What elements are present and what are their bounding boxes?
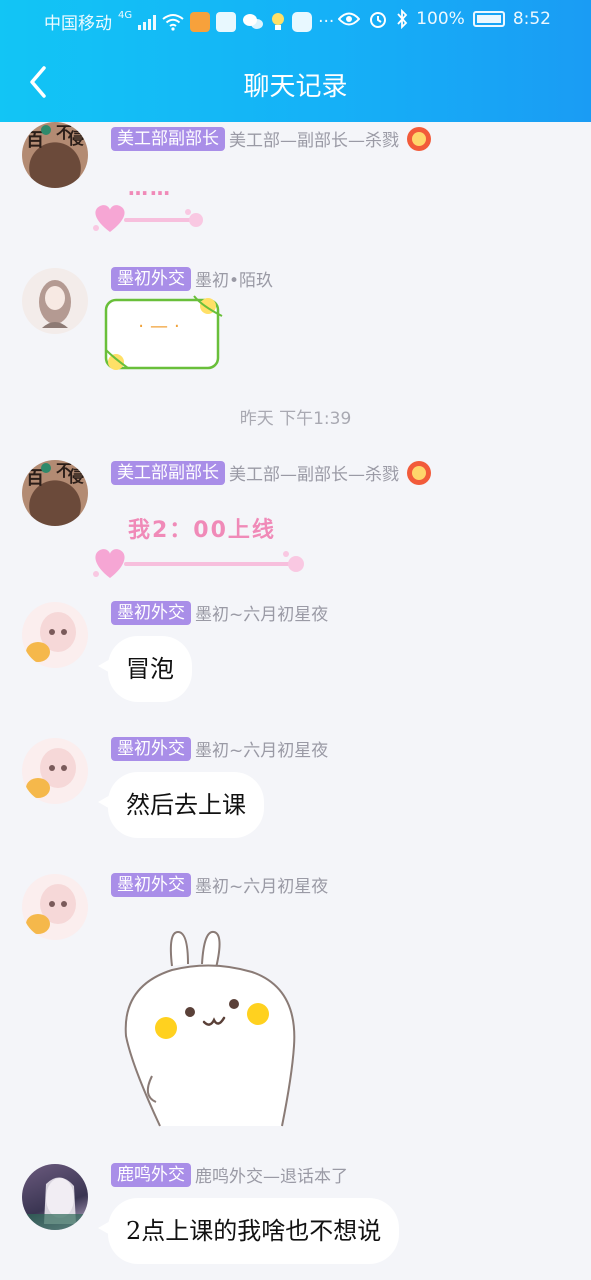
message-meta: 美工部副部长 美工部—副部长—杀戮 [111,460,431,485]
wechat-icon [243,13,264,29]
svg-text:百: 百 [26,468,44,489]
bubble-text: ·—· [138,316,186,337]
member-tag: 鹿鸣外交 [111,1162,191,1187]
nickname[interactable]: 墨初~六月初星夜 [195,600,328,625]
avatar[interactable] [22,1164,88,1230]
message-meta: 墨初外交 墨初~六月初星夜 [111,872,328,897]
status-bar: 中国移动 4G ··· 100% 8:52 [0,0,591,40]
signal-icon [138,14,157,30]
chat-message: 墨初外交 墨初~六月初星夜 [0,870,591,1150]
chat-message: 百不侵 美工部副部长 美工部—副部长—杀戮 …… [0,122,591,244]
message-meta: 美工部副部长 美工部—副部长—杀戮 [111,126,431,151]
avatar[interactable]: 百不侵 [22,122,88,188]
chat-message: 墨初外交 墨初~六月初星夜 冒泡 [0,598,591,718]
network-label: 4G [118,10,133,21]
nickname[interactable]: 美工部—副部长—杀戮 [229,460,399,485]
message-meta: 墨初外交 墨初~六月初星夜 [111,736,328,761]
avatar-image [26,748,76,798]
heart-bubble-decoration [93,205,203,232]
chat-message: 墨初外交 墨初~六月初星夜 然后去上课 [0,734,591,854]
lightbulb-icon [272,12,285,30]
avatar-image: 百不侵 [26,123,84,151]
avatar[interactable] [22,874,88,940]
message-meta: 鹿鸣外交 鹿鸣外交—退话本了 [111,1162,348,1187]
frame-bubble: ·—· [102,292,226,374]
battery-icon [472,11,505,27]
message-meta: 墨初外交 墨初~六月初星夜 [111,600,328,625]
avatar[interactable] [22,738,88,804]
avatar-image [22,1177,88,1230]
wifi-icon [162,13,184,31]
message-bubble[interactable]: 冒泡 [98,636,192,702]
avatar-image [39,280,71,328]
app-notification-icon [190,11,211,32]
member-tag: 墨初外交 [111,872,191,897]
nickname[interactable]: 墨初~六月初星夜 [195,872,328,897]
eye-icon [338,12,361,26]
avatar-image: 百不侵 [26,461,84,489]
bluetooth-icon [397,9,408,29]
page-title: 聊天记录 [243,72,348,102]
avatar-image [26,884,76,934]
avatar[interactable] [22,268,88,334]
nav-bar: 聊天记录 [0,52,591,112]
svg-text:侵: 侵 [67,467,84,486]
nickname[interactable]: 美工部—副部长—杀戮 [229,126,399,151]
member-tag: 墨初外交 [111,736,191,761]
chat-message: 墨初外交 墨初•陌玖 ·—· [0,262,591,382]
chat-message: 百不侵 美工部副部长 美工部—副部长—杀戮 我2：00上线 [0,456,591,586]
more-notifications: ··· [318,11,335,32]
member-tag: 墨初外交 [111,600,191,625]
member-tag: 美工部副部长 [111,126,225,151]
member-tag: 美工部副部长 [111,460,225,485]
timestamp: 昨天 下午1:39 [239,409,352,429]
nickname[interactable]: 鹿鸣外交—退话本了 [195,1162,348,1187]
message-bubble[interactable]: 2点上课的我啥也不想说 [97,1198,400,1264]
level-badge-icon [407,460,431,485]
app-icon [292,11,313,32]
avatar[interactable]: 百不侵 [22,460,88,526]
message-bubble[interactable]: 然后去上课 [98,772,264,838]
bubble-text: …… [128,176,172,200]
svg-text:百: 百 [26,130,44,151]
battery-percent: 100% [416,9,465,29]
carrier-label: 中国移动 [44,14,112,34]
bunny-sticker-image[interactable] [112,926,302,1136]
nickname[interactable]: 墨初~六月初星夜 [195,736,328,761]
member-tag: 墨初外交 [111,266,191,291]
chat-message: 鹿鸣外交 鹿鸣外交—退话本了 2点上课的我啥也不想说 [0,1162,591,1280]
alarm-icon [370,12,387,28]
avatar[interactable] [22,602,88,668]
clock: 8:52 [512,9,551,29]
svg-text:侵: 侵 [67,129,84,148]
nickname[interactable]: 墨初•陌玖 [195,266,273,291]
chat-history[interactable]: 百不侵 美工部副部长 美工部—副部长—杀戮 …… 墨初外交 墨初•陌玖 ·—· … [0,122,591,1280]
baidu-icon [216,11,237,32]
heart-bubble-decoration [93,549,304,578]
message-meta: 墨初外交 墨初•陌玖 [111,266,273,291]
avatar-image [26,612,76,662]
top-bar: 中国移动 4G ··· 100% 8:52 聊天记录 [0,0,591,122]
level-badge-icon [407,126,431,151]
